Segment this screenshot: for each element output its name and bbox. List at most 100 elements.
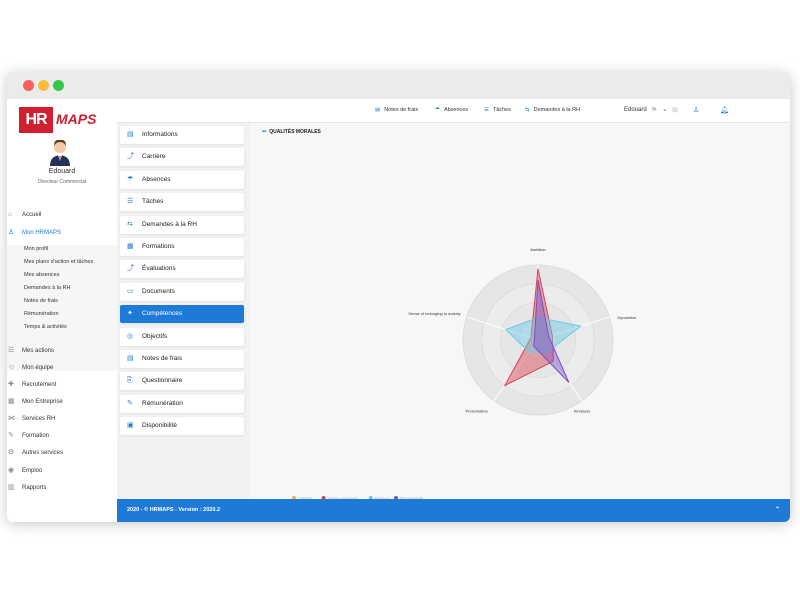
submenu-item-1[interactable]: Mes plans d'action et tâches: [24, 259, 93, 265]
sidebar-item-4[interactable]: ✚ Recrutement: [7, 378, 117, 392]
menu-card-icon: ⤴: [127, 265, 134, 273]
chart-icon: ▥: [8, 484, 15, 491]
sidebar-item-0[interactable]: ⌂ Accueil: [7, 208, 117, 222]
menu-card-label: Objectifs: [142, 332, 168, 340]
menu-card-label: Demandes à la RH: [142, 220, 197, 228]
menu-card-1[interactable]: ⤴ Carrière: [120, 148, 244, 167]
menu-card-0[interactable]: ▤ Informations: [120, 126, 244, 144]
menu-card-11[interactable]: ⎘ Questionnaire: [120, 372, 244, 391]
menu-card-label: Compétences: [142, 310, 183, 318]
submenu-item-5[interactable]: Rémunération: [24, 311, 59, 317]
radar-axis-label: Kindness: [574, 409, 590, 414]
umbrella-icon: ☂: [435, 107, 440, 113]
menu-card-icon: ⎘: [127, 377, 133, 385]
chevron-down-icon[interactable]: ⌄: [662, 105, 668, 113]
sidebar-item-label: Mon HRMAPS: [22, 230, 62, 236]
service-icon: ⚙: [8, 449, 15, 456]
menu-card-5[interactable]: ▦ Formations: [120, 238, 244, 256]
menu-card-2[interactable]: ☂ Absences: [120, 170, 244, 189]
menu-card-icon: ☰: [127, 198, 134, 206]
top-bar: ▤ Notes de frais ☂ Absences ☰ Tâches ⇆ Deman…: [117, 99, 790, 123]
menu-card-icon: ▦: [127, 243, 134, 250]
menu-card-label: Tâches: [142, 198, 164, 206]
building-icon: ▦: [8, 398, 15, 405]
menu-card-label: Notes de frais: [142, 355, 183, 362]
menu-card-9[interactable]: ◎ Objectifs: [120, 327, 244, 346]
profile-icon[interactable]: ♙: [693, 106, 699, 114]
menu-card-label: Disponibilité: [142, 422, 178, 430]
user-icon: ♙: [8, 229, 15, 236]
sidebar-item-label: Services RH: [22, 416, 56, 422]
menu-card-3[interactable]: ☰ Tâches: [120, 193, 244, 212]
left-sidebar: HR MAPS Edouard Directeur Commercial ⌂ Ac…: [7, 99, 117, 522]
menu-card-icon: ▤: [127, 131, 134, 138]
radar-axis-label: Dynamism: [617, 315, 637, 320]
sidebar-item-10[interactable]: ▥ Rapports: [7, 481, 117, 495]
sidebar-item-3[interactable]: ☺ Mon équipe: [7, 361, 117, 375]
sidebar-item-7[interactable]: ✎ Formation: [7, 429, 117, 443]
menu-card-label: Absences: [142, 175, 171, 183]
menu-card-icon: ⤴: [127, 153, 134, 161]
sidebar-item-6[interactable]: ⋈ Services RH: [7, 412, 117, 426]
menu-card-icon: ▣: [127, 422, 134, 430]
menu-card-icon: ▤: [127, 355, 134, 362]
menu-card-label: Formations: [142, 243, 175, 250]
menu-card-13[interactable]: ▣ Disponibilité: [120, 417, 244, 436]
sidebar-item-5[interactable]: ▦ Mon Entreprise: [7, 395, 117, 409]
footer-bar: 2020 - © HRMAPS - Version : 2020.2 ⌃: [117, 499, 790, 522]
sidebar-item-2[interactable]: ☰ Mes actions: [7, 344, 117, 358]
flag-icon[interactable]: ⚑: [651, 106, 657, 114]
sidebar-item-9[interactable]: ◉ Emploo: [7, 464, 117, 478]
submenu-item-0[interactable]: Mon profil: [24, 246, 48, 252]
avatar[interactable]: [46, 136, 74, 166]
topbar-taches[interactable]: ☰ Tâches: [484, 107, 511, 113]
submenu-item-4[interactable]: Notes de frais: [24, 298, 58, 304]
recruit-icon: ✚: [8, 381, 14, 388]
sidebar-item-label: Recrutement: [22, 382, 57, 388]
sidebar-item-label: Mon Entreprise: [22, 399, 63, 405]
sidebar-item-8[interactable]: ⚙ Autres services: [7, 446, 117, 460]
job-icon: ◉: [8, 467, 15, 474]
menu-card-label: Rémunération: [142, 399, 183, 407]
menu-card-6[interactable]: ⤴ Évaluations: [120, 260, 244, 279]
radar-axis-label: Sense of belonging to society: [408, 311, 460, 316]
menu-card-label: Documents: [142, 287, 175, 295]
menu-card-icon: ☂: [127, 175, 134, 183]
submenu-item-3[interactable]: Demandes à la RH: [24, 285, 70, 291]
sidebar-item-label: Emploo: [22, 468, 43, 474]
scroll-top-icon[interactable]: ⌃: [775, 499, 780, 522]
menu-card-icon: ▭: [127, 287, 134, 295]
training-icon: ✎: [8, 432, 14, 439]
radar-chart: Ambition Dynamism Kindness Presentation Sens…: [292, 247, 637, 499]
user-name: Edouard: [48, 168, 76, 175]
menu-card-4[interactable]: ⇆ Demandes à la RH: [120, 215, 244, 234]
user-menu[interactable]: Edouard: [624, 107, 647, 113]
sidebar-item-label: Mon équipe: [22, 365, 54, 371]
menu-card-label: Informations: [142, 131, 178, 138]
team-icon: ☺: [8, 364, 16, 371]
bell-icon[interactable]: 🔔︎: [720, 106, 729, 114]
menu-card-icon: ✎: [127, 399, 133, 407]
menu-card-icon: ✦: [127, 310, 133, 318]
list-icon: ☰: [8, 347, 15, 354]
sidebar-item-label: Mes actions: [22, 348, 55, 354]
submenu-item-6[interactable]: Temps & activités: [24, 324, 67, 330]
checklist-icon: ☰: [484, 107, 489, 113]
menu-card-7[interactable]: ▭ Documents: [120, 282, 244, 301]
topbar-notes-de-frais[interactable]: ▤ Notes de frais: [375, 107, 418, 113]
topbar-demandes-rh[interactable]: ⇆ Demandes à la RH: [525, 107, 580, 113]
request-icon: ⇆: [525, 107, 530, 113]
grid-icon[interactable]: ⊞: [672, 106, 678, 114]
menu-card-label: Carrière: [142, 153, 166, 161]
sidebar-item-1[interactable]: ♙ Mon HRMAPS: [7, 226, 117, 240]
menu-card-label: Évaluations: [142, 265, 176, 273]
receipt-icon: ▤: [375, 107, 381, 113]
menu-card-8[interactable]: ✦ Compétences: [120, 305, 244, 324]
home-icon: ⌂: [8, 211, 13, 218]
menu-card-12[interactable]: ✎ Rémunération: [120, 394, 244, 413]
topbar-absences[interactable]: ☂ Absences: [435, 107, 468, 113]
submenu-item-2[interactable]: Mes absences: [24, 272, 59, 278]
sidebar-item-label: Autres services: [22, 450, 64, 456]
sidebar-item-label: Accueil: [22, 212, 42, 218]
menu-card-10[interactable]: ▤ Notes de frais: [120, 350, 244, 368]
